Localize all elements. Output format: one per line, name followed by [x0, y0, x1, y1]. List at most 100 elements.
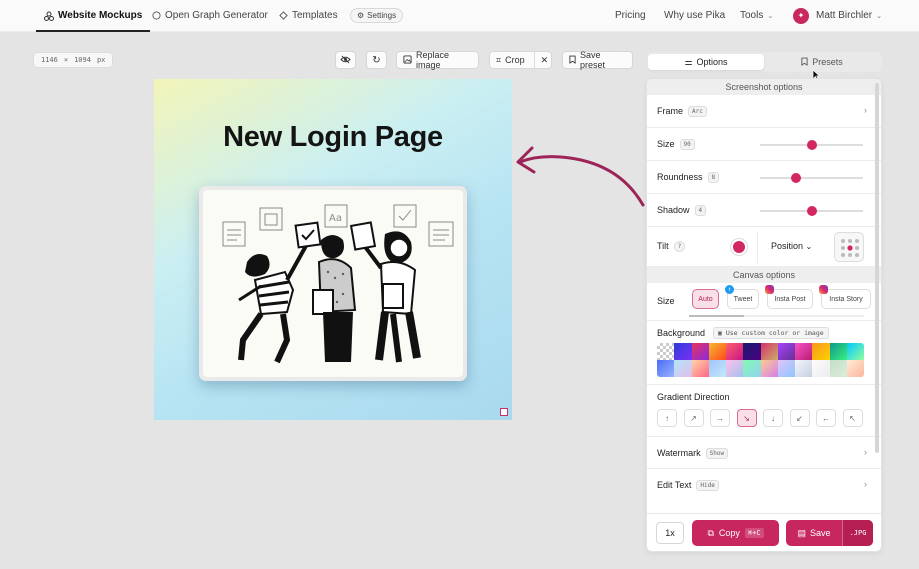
background-swatch[interactable]	[743, 343, 761, 360]
panel-scrollbar[interactable]	[875, 83, 879, 453]
tilt-knob[interactable]	[731, 239, 747, 255]
grid-plus	[632, 312, 641, 321]
screenshot-frame[interactable]: Aa	[199, 186, 467, 381]
background-swatch[interactable]	[812, 360, 830, 377]
background-swatch[interactable]	[657, 360, 675, 377]
background-swatch[interactable]	[846, 360, 864, 377]
save-main[interactable]: ▤ Save	[786, 528, 842, 539]
resize-handle[interactable]	[500, 408, 508, 416]
mockup-canvas[interactable]: New Login Page Aa	[154, 79, 512, 420]
grid-plus	[372, 447, 381, 456]
shadow-slider[interactable]	[760, 206, 863, 216]
background-swatch[interactable]	[691, 360, 709, 377]
gradient-direction-button[interactable]: ↓	[763, 409, 783, 427]
background-swatch[interactable]	[760, 360, 778, 377]
grid-plus	[762, 555, 771, 564]
tab-options[interactable]: ⚌ Options	[648, 54, 764, 70]
size-auto-button[interactable]: Auto	[692, 289, 719, 309]
roundness-slider[interactable]	[760, 173, 863, 183]
sliders-icon: ⚌	[684, 56, 693, 67]
nav-templates[interactable]: Templates	[278, 0, 338, 32]
frame-row[interactable]: Frame Arc ›	[647, 95, 881, 128]
background-swatch[interactable]	[795, 343, 813, 360]
nav-open-graph-generator[interactable]: Open Graph Generator	[151, 0, 268, 32]
position-dropdown[interactable]: Position ⌄	[771, 241, 812, 251]
custom-background-button[interactable]: ▣ Use custom color or image	[713, 327, 829, 339]
gradient-direction-button[interactable]: ↘	[736, 409, 757, 427]
background-swatch[interactable]	[708, 360, 726, 377]
slider-knob[interactable]	[806, 140, 817, 150]
grid-plus	[86, 393, 95, 402]
nav-pricing[interactable]: Pricing	[615, 0, 646, 32]
background-swatch[interactable]	[812, 343, 830, 360]
refresh-button[interactable]: ↻	[366, 51, 387, 69]
nav-website-mockups[interactable]: Website Mockups	[35, 0, 151, 32]
grid-plus	[294, 420, 303, 429]
crop-button[interactable]: ⌗ Crop ✕	[489, 51, 552, 69]
size-slider[interactable]	[760, 140, 863, 150]
size-insta-post-button[interactable]: Insta Post	[765, 285, 813, 309]
background-swatch[interactable]	[726, 360, 744, 377]
grid-plus	[346, 42, 355, 51]
gradient-direction-button[interactable]: ↙	[789, 409, 810, 427]
background-swatch[interactable]	[726, 343, 744, 360]
copy-button[interactable]: ⧉ Copy ⌘+C	[692, 520, 779, 546]
scroll-track[interactable]	[689, 315, 864, 317]
top-navigation: Website Mockups Open Graph Generator Tem…	[0, 0, 919, 32]
user-menu[interactable]: ✦ Matt Birchler ⌄	[793, 0, 882, 32]
background-swatch[interactable]	[846, 343, 864, 360]
nav-why-use-pika[interactable]: Why use Pika	[664, 0, 725, 32]
background-swatch[interactable]	[795, 360, 813, 377]
grid-plus	[190, 447, 199, 456]
background-swatch[interactable]	[708, 343, 726, 360]
gradient-direction-button[interactable]: →	[710, 409, 730, 427]
gradient-direction-button[interactable]: ←	[816, 409, 836, 427]
settings-button[interactable]: ⚙ Settings	[350, 8, 404, 23]
grid-plus	[502, 528, 511, 537]
replace-image-button[interactable]: Replace image	[396, 50, 479, 70]
save-format-selector[interactable]: .JPG	[842, 520, 873, 546]
background-swatch[interactable]	[691, 343, 709, 360]
background-swatch[interactable]	[657, 343, 675, 360]
save-button[interactable]: ▤ Save .JPG	[786, 520, 873, 546]
gradient-direction-button[interactable]: ↖	[842, 409, 863, 427]
background-swatch[interactable]	[829, 343, 847, 360]
grid-plus	[502, 42, 511, 51]
slider-knob[interactable]	[806, 206, 817, 216]
grid-plus	[892, 96, 901, 105]
watermark-row[interactable]: Watermark Show ›	[647, 437, 881, 469]
size-insta-story-button[interactable]: Insta Story	[819, 285, 871, 309]
background-swatch[interactable]	[777, 360, 795, 377]
grid-plus	[398, 474, 407, 483]
hide-button[interactable]	[335, 51, 356, 69]
gradient-direction-button[interactable]: ↑	[657, 409, 677, 427]
grid-plus	[60, 42, 69, 51]
grid-plus	[372, 528, 381, 537]
tab-presets[interactable]: Presets	[764, 54, 880, 70]
grid-plus	[294, 447, 303, 456]
gradient-direction-button[interactable]: ↗	[683, 409, 704, 427]
scale-button[interactable]: 1x	[656, 522, 684, 544]
slider-knob[interactable]	[791, 173, 802, 183]
instagram-icon	[765, 285, 774, 294]
canvas-title[interactable]: New Login Page	[154, 121, 512, 154]
save-preset-button[interactable]: Save preset	[562, 50, 633, 70]
background-swatch[interactable]	[777, 343, 795, 360]
grid-plus	[632, 447, 641, 456]
background-swatch[interactable]	[743, 360, 761, 377]
scroll-thumb[interactable]	[689, 315, 744, 317]
bookmark-icon	[801, 57, 808, 68]
size-tweet-button[interactable]: t Tweet	[725, 285, 759, 309]
position-grid[interactable]	[834, 232, 864, 262]
edit-text-row[interactable]: Edit Text Hide ›	[647, 469, 881, 501]
nav-tools[interactable]: Tools ⌄	[740, 0, 773, 32]
grid-plus	[60, 231, 69, 240]
background-swatch[interactable]	[760, 343, 778, 360]
background-swatch[interactable]	[829, 360, 847, 377]
background-swatch[interactable]	[674, 360, 692, 377]
grid-plus	[450, 69, 459, 78]
background-swatch[interactable]	[674, 343, 692, 360]
close-crop-icon[interactable]: ✕	[533, 52, 548, 68]
grid-plus	[554, 42, 563, 51]
grid-plus	[138, 474, 147, 483]
